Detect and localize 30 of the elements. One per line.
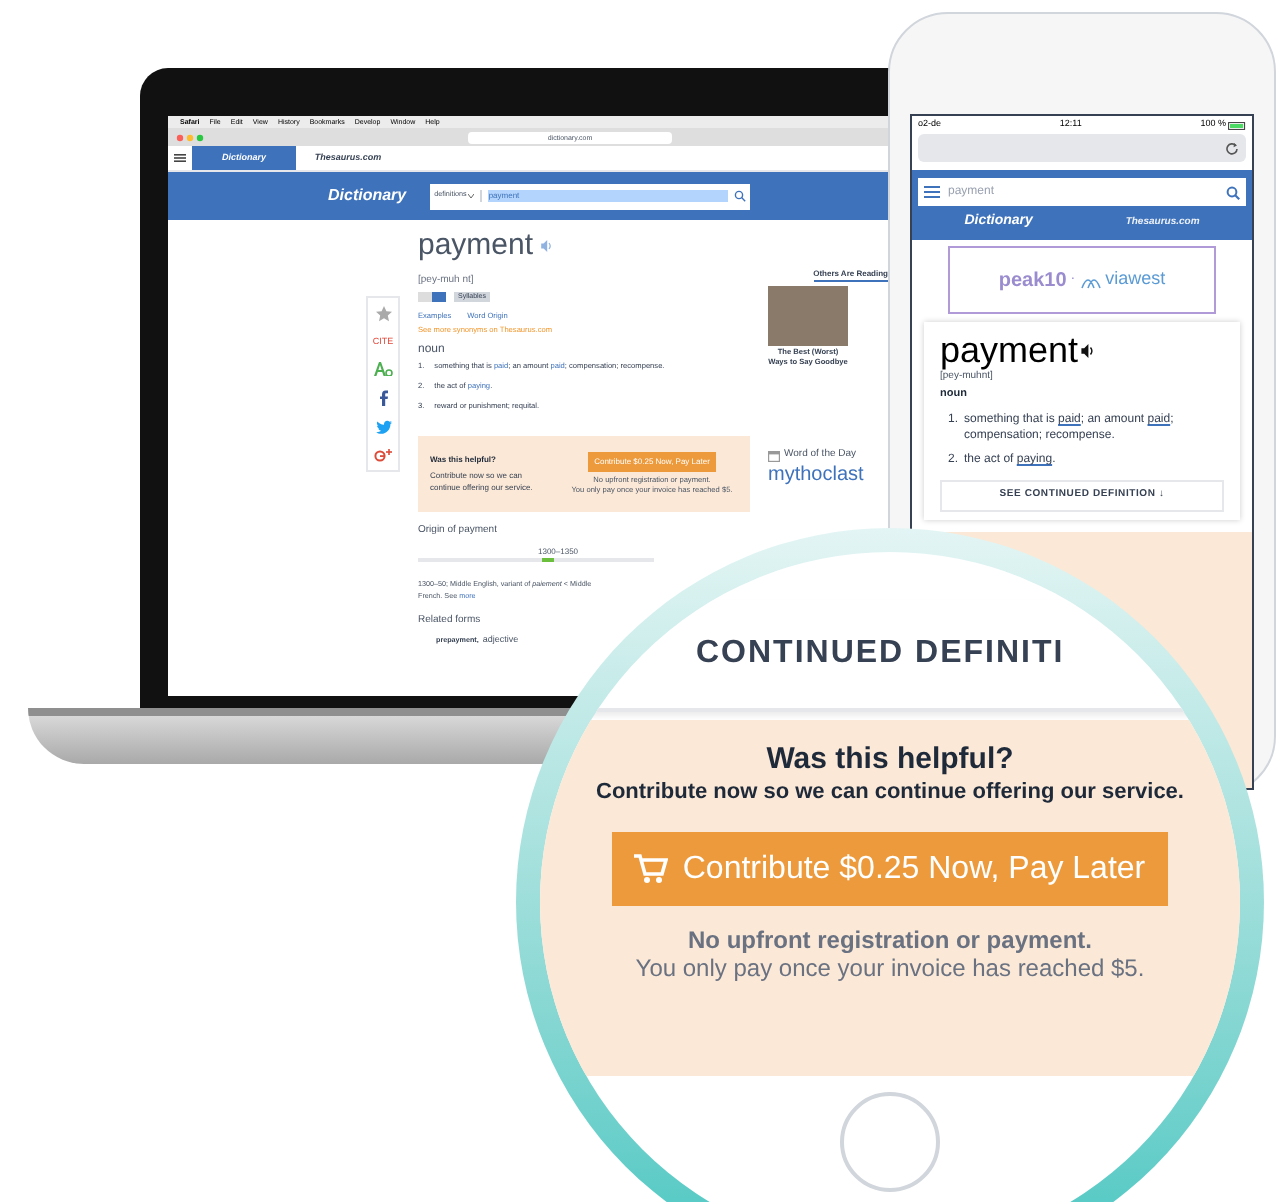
cart-icon xyxy=(634,854,669,884)
word-of-day-link[interactable]: mythoclast xyxy=(768,463,888,487)
site-logo[interactable]: Dictionary xyxy=(328,184,407,208)
menu-icon[interactable] xyxy=(174,154,186,162)
ad-brand: viawest xyxy=(1105,266,1166,293)
menu-icon[interactable] xyxy=(924,186,940,198)
window-controls-icon[interactable] xyxy=(176,133,208,141)
battery-icon xyxy=(1228,121,1246,129)
entry-word: payment xyxy=(418,228,534,262)
star-icon[interactable] xyxy=(375,305,391,322)
caret-icon[interactable] xyxy=(468,193,475,198)
reload-icon[interactable] xyxy=(1226,141,1240,155)
text-size-icon[interactable] xyxy=(373,362,393,377)
calendar-icon xyxy=(768,449,780,462)
helpful-note: You only pay once your invoice has reached $5. xyxy=(635,954,1145,984)
helpful-text: Contribute now so we can continue offering our service. xyxy=(596,778,1184,806)
search-icon[interactable] xyxy=(734,190,747,202)
bird-icon[interactable] xyxy=(375,420,391,435)
photo-placeholder xyxy=(768,286,848,346)
timeline-marker xyxy=(542,557,554,562)
see-more-button-text: CONTINUED DEFINITI xyxy=(696,634,1065,674)
entry-word: payment xyxy=(940,330,1079,370)
ad-brand: peak10 xyxy=(998,267,1067,295)
search-icon[interactable] xyxy=(1226,185,1240,199)
helpful-title: Was this helpful? xyxy=(766,742,1014,778)
google-plus-icon[interactable] xyxy=(374,448,392,463)
helpful-note: No upfront registration or payment. xyxy=(687,926,1092,954)
facebook-icon[interactable] xyxy=(376,390,390,407)
toggle-switch-icon[interactable] xyxy=(418,291,446,302)
speaker-icon[interactable] xyxy=(1080,343,1095,357)
